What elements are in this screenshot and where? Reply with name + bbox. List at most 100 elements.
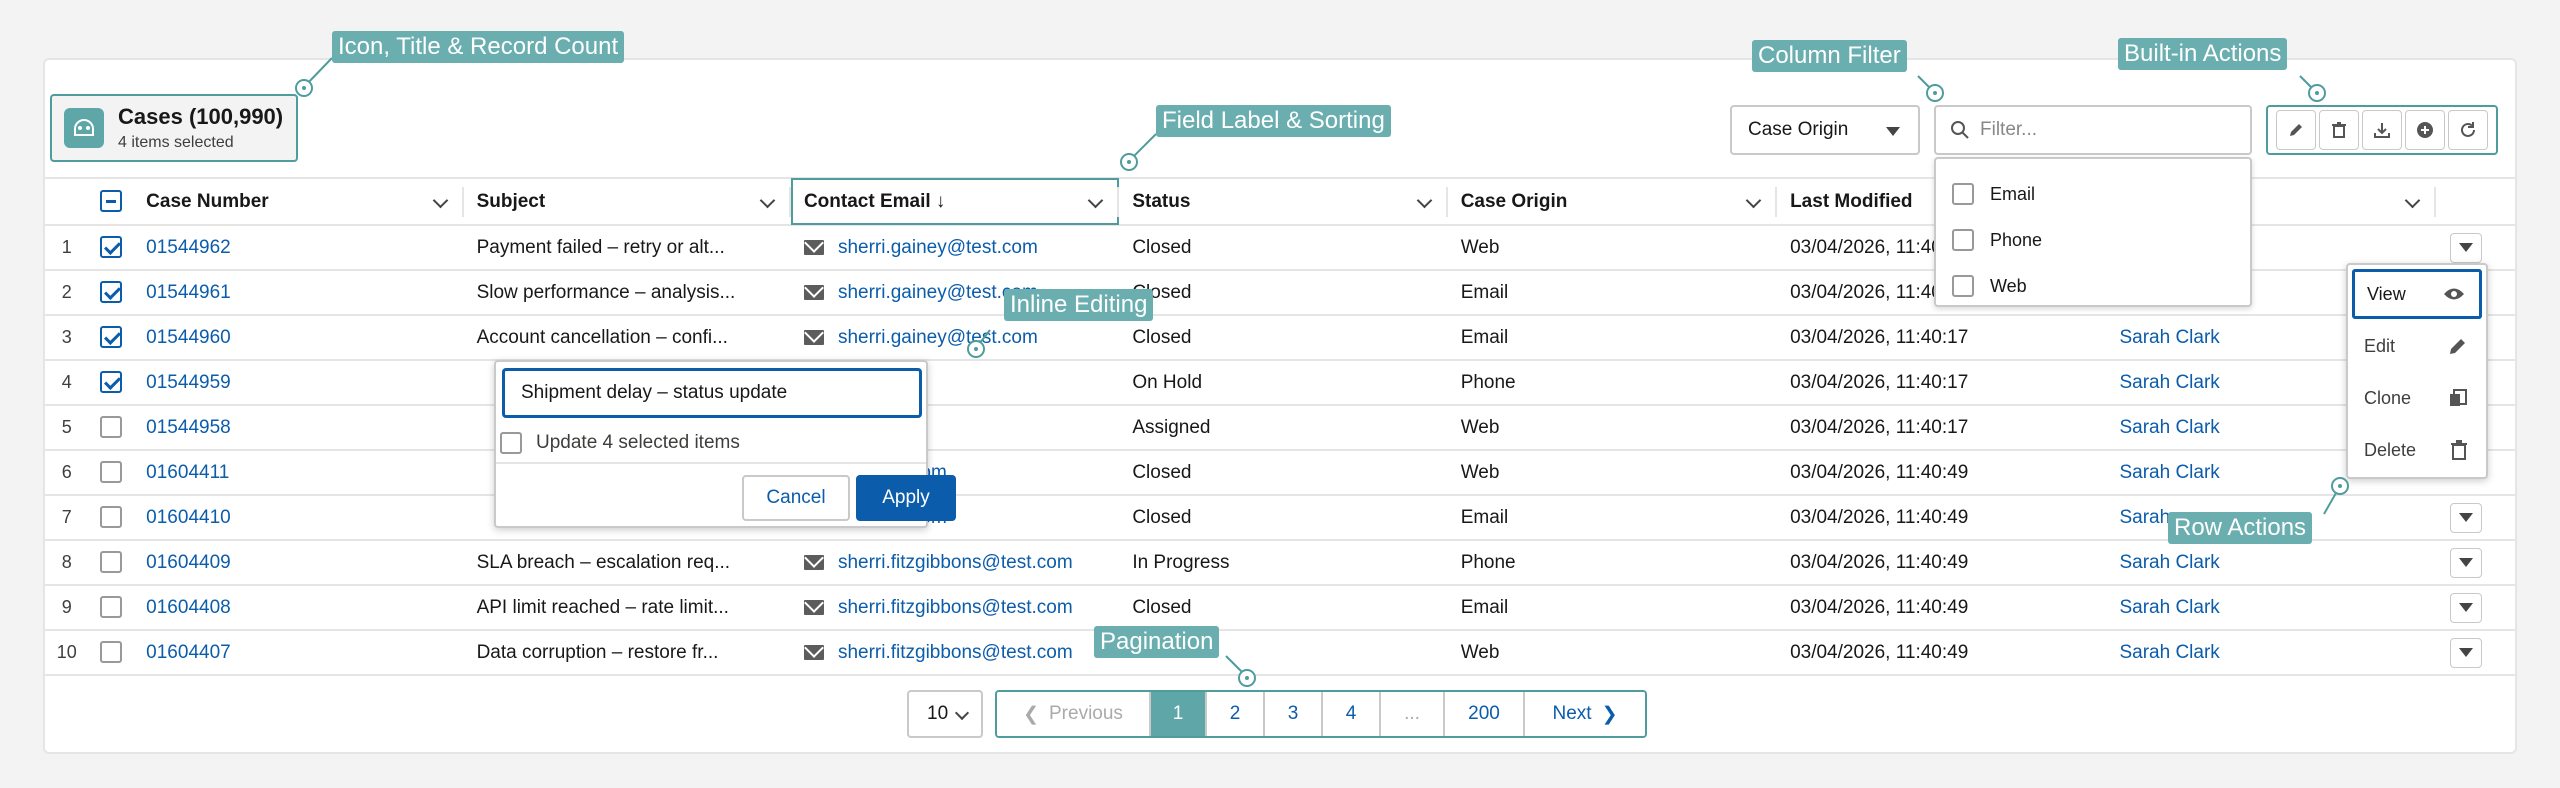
row-action-button[interactable] <box>2449 592 2482 623</box>
case-number-cell[interactable]: 01604409 <box>133 540 464 586</box>
row-select-cell[interactable] <box>88 450 134 496</box>
header-status[interactable]: Status <box>1119 177 1449 226</box>
update-selected-option[interactable]: Update 4 selected items <box>500 432 740 454</box>
update-selected-checkbox[interactable] <box>500 432 522 454</box>
origin-cell[interactable]: Web <box>1447 630 1778 676</box>
origin-cell[interactable]: Email <box>1447 495 1778 541</box>
owner-cell[interactable]: Sarah Clark <box>2106 585 2436 631</box>
row-select-cell[interactable] <box>88 270 134 316</box>
email-cell[interactable]: sherri.gainey@test.com <box>790 225 1120 271</box>
chevron-down-icon[interactable] <box>432 192 448 209</box>
email-link[interactable]: sherri.gainey@test.com <box>838 327 1038 348</box>
email-link[interactable]: sherri.fitzgibbons@test.com <box>838 642 1073 663</box>
table-row[interactable]: 501544958@test.comAssignedWeb03/04/2026,… <box>45 405 2515 451</box>
filter-option-email[interactable]: Email <box>1936 171 2250 217</box>
origin-cell[interactable]: Web <box>1447 225 1778 271</box>
checkbox[interactable] <box>1952 183 1974 205</box>
header-case-number[interactable]: Case Number <box>133 177 464 226</box>
case-number-cell[interactable]: 01544958 <box>133 405 464 451</box>
status-cell[interactable]: Closed <box>1119 495 1448 541</box>
case-number-cell[interactable]: 01544962 <box>133 225 464 271</box>
email-cell[interactable]: sherri.gainey@test.com <box>790 315 1120 361</box>
row-action-cell[interactable] <box>2435 495 2515 541</box>
table-row[interactable]: 401544959@test.comOn HoldPhone03/04/2026… <box>45 360 2515 406</box>
select-all-checkbox[interactable] <box>99 190 122 213</box>
owner-link[interactable]: Sarah Clark <box>2119 552 2219 573</box>
filter-option-web[interactable]: Web <box>1936 263 2250 309</box>
case-number-cell[interactable]: 01604407 <box>133 630 464 676</box>
case-number-cell[interactable]: 01544960 <box>133 315 464 361</box>
inline-edit-input[interactable]: Shipment delay – status update <box>502 368 922 418</box>
email-cell[interactable]: sherri.fitzgibbons@test.com <box>790 540 1120 586</box>
table-row[interactable]: 601604411bbons@test.comClosedWeb03/04/20… <box>45 450 2515 496</box>
page-button-2[interactable]: 2 <box>1207 692 1265 736</box>
filter-column-select[interactable]: Case Origin <box>1730 105 1920 155</box>
status-cell[interactable]: Assigned <box>1119 405 1448 451</box>
delete-icon[interactable] <box>2318 110 2359 150</box>
row-select-cell[interactable] <box>88 360 134 406</box>
per-page-select[interactable]: 10 <box>907 690 983 738</box>
case-number-cell[interactable]: 01604408 <box>133 585 464 631</box>
row-select-cell[interactable] <box>88 405 134 451</box>
row-action-view[interactable]: View <box>2352 269 2482 319</box>
row-action-button[interactable] <box>2449 547 2482 578</box>
row-checkbox[interactable] <box>99 371 122 394</box>
case-number-cell[interactable]: 01604411 <box>133 450 464 496</box>
row-action-cell[interactable] <box>2435 585 2515 631</box>
chevron-down-icon[interactable] <box>1416 192 1432 209</box>
download-icon[interactable] <box>2361 110 2402 150</box>
owner-link[interactable]: Sarah <box>2119 507 2170 528</box>
header-select-all[interactable] <box>88 177 134 226</box>
row-checkbox[interactable] <box>99 326 122 349</box>
header-case-origin[interactable]: Case Origin <box>1447 177 1778 226</box>
case-number-link[interactable]: 01604411 <box>146 462 229 483</box>
owner-link[interactable]: Sarah Clark <box>2119 327 2219 348</box>
chevron-down-icon[interactable] <box>759 192 776 209</box>
chevron-down-icon[interactable] <box>2404 192 2421 209</box>
row-action-button[interactable] <box>2449 502 2482 533</box>
chevron-down-icon[interactable] <box>1745 192 1762 209</box>
email-link[interactable]: sherri.fitzgibbons@test.com <box>838 597 1073 618</box>
row-action-delete[interactable]: Delete <box>2352 425 2482 475</box>
case-number-link[interactable]: 01544961 <box>146 282 231 303</box>
status-cell[interactable]: On Hold <box>1119 360 1448 406</box>
origin-cell[interactable]: Email <box>1447 585 1778 631</box>
refresh-icon[interactable] <box>2448 110 2489 150</box>
row-checkbox[interactable] <box>99 596 122 619</box>
case-number-cell[interactable]: 01544959 <box>133 360 464 406</box>
subject-cell[interactable]: Account cancellation – confi... <box>463 315 791 361</box>
subject-cell[interactable]: Data corruption – restore fr... <box>463 630 791 676</box>
add-icon[interactable] <box>2405 110 2446 150</box>
row-checkbox[interactable] <box>99 461 122 484</box>
page-button-200[interactable]: 200 <box>1445 692 1525 736</box>
table-row[interactable]: 9 01604408 API limit reached – rate limit.… <box>45 585 2515 631</box>
case-number-cell[interactable]: 01604410 <box>133 495 464 541</box>
subject-cell[interactable]: API limit reached – rate limit... <box>463 585 791 631</box>
owner-cell[interactable]: Sarah Clark <box>2106 540 2436 586</box>
apply-button[interactable]: Apply <box>856 475 956 521</box>
row-action-cell[interactable] <box>2435 540 2515 586</box>
case-number-link[interactable]: 01544960 <box>146 327 231 348</box>
owner-cell[interactable]: Sarah Clark <box>2106 630 2436 676</box>
row-select-cell[interactable] <box>88 630 134 676</box>
row-select-cell[interactable] <box>88 540 134 586</box>
case-number-link[interactable]: 01604410 <box>146 507 231 528</box>
row-checkbox[interactable] <box>99 281 122 304</box>
edit-icon[interactable] <box>2275 110 2316 150</box>
filter-option-phone[interactable]: Phone <box>1936 217 2250 263</box>
row-checkbox[interactable] <box>99 506 122 529</box>
status-cell[interactable]: Closed <box>1119 450 1448 496</box>
table-row[interactable]: 701604410bbons@test.comClosedEmail03/04/… <box>45 495 2515 541</box>
origin-cell[interactable]: Web <box>1447 405 1778 451</box>
case-number-link[interactable]: 01604407 <box>146 642 231 663</box>
email-cell[interactable]: sherri.fitzgibbons@test.com <box>790 630 1120 676</box>
owner-link[interactable]: Sarah Clark <box>2119 417 2219 438</box>
cancel-button[interactable]: Cancel <box>742 475 850 521</box>
row-action-button[interactable] <box>2449 637 2482 668</box>
chevron-down-icon[interactable] <box>1088 192 1104 209</box>
next-button[interactable]: Next ❯ <box>1525 692 1645 736</box>
header-contact-email[interactable]: Contact Email ↓ <box>790 177 1120 226</box>
row-action-button[interactable] <box>2449 232 2482 263</box>
status-cell[interactable]: Closed <box>1119 315 1448 361</box>
status-cell[interactable]: Closed <box>1119 585 1448 631</box>
